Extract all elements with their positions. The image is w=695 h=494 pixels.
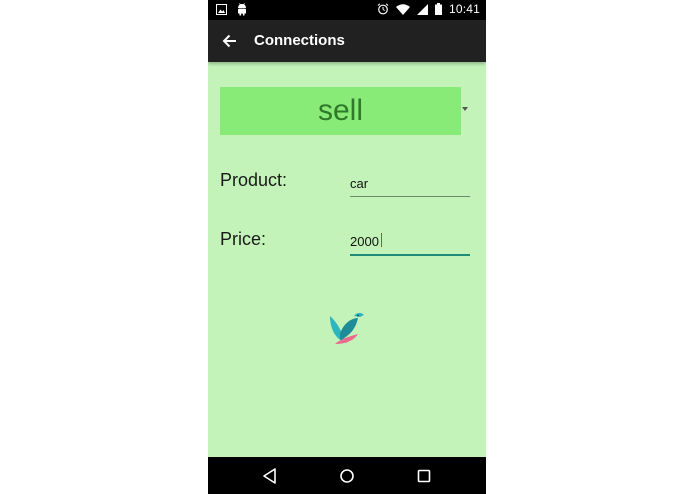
status-left-icons <box>216 3 248 16</box>
product-input[interactable] <box>350 172 470 194</box>
status-right-icons: 10:41 <box>377 2 480 16</box>
price-input[interactable] <box>350 230 470 252</box>
nav-home-icon <box>337 469 357 490</box>
back-button[interactable] <box>220 31 240 51</box>
nav-recents-button[interactable] <box>414 466 434 486</box>
product-input-underline <box>350 196 470 197</box>
wifi-icon <box>395 3 410 15</box>
nav-back-button[interactable] <box>260 466 280 486</box>
battery-icon <box>434 3 442 15</box>
nav-home-button[interactable] <box>337 466 357 486</box>
status-clock: 10:41 <box>448 2 480 16</box>
arrow-back-icon <box>220 34 240 55</box>
android-icon <box>236 3 248 16</box>
spinner-selected-value: sell <box>317 94 363 127</box>
action-bar: Connections <box>208 20 486 62</box>
price-input-underline <box>350 254 470 256</box>
bird-logo-icon <box>327 310 367 346</box>
product-label: Product: <box>220 170 288 190</box>
price-label: Price: <box>220 229 267 249</box>
dropdown-arrow-icon[interactable] <box>462 107 468 111</box>
signal-icon <box>416 3 428 15</box>
page-title: Connections <box>254 32 345 49</box>
navigation-bar <box>208 457 486 494</box>
phone-screen: 10:41 Connections sell Product: Price: <box>208 0 486 494</box>
alarm-icon <box>377 3 389 15</box>
nav-back-icon <box>260 468 280 490</box>
text-cursor <box>381 233 382 247</box>
status-bar: 10:41 <box>208 0 486 20</box>
nav-recents-icon <box>414 469 434 490</box>
type-spinner[interactable]: sell <box>220 87 461 135</box>
image-icon <box>216 4 227 15</box>
